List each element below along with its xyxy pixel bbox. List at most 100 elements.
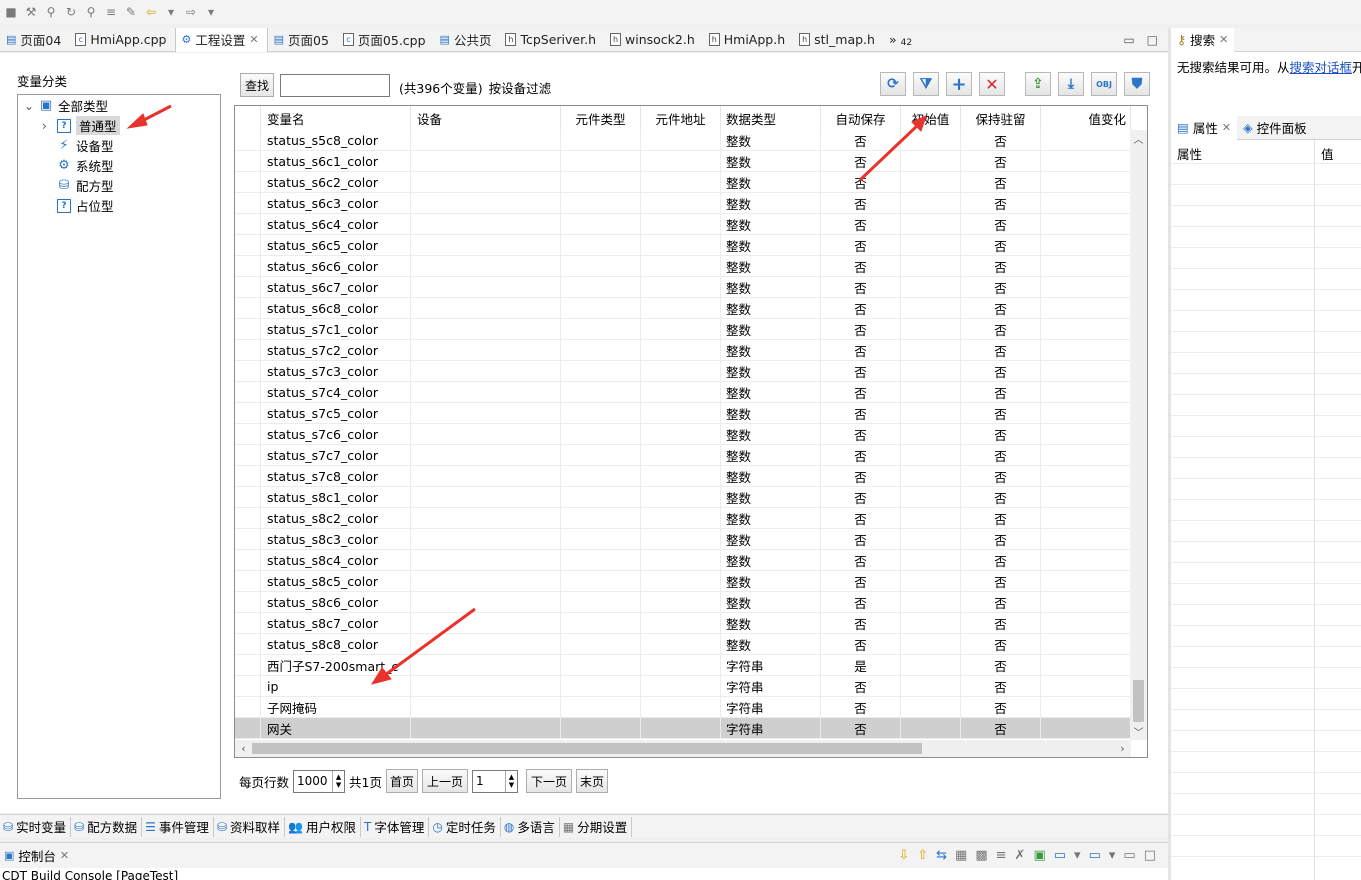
tree-item[interactable]: ⚡ 设备型 [42,136,113,155]
close-icon[interactable]: ✕ [1222,121,1231,134]
bottom-tab[interactable]: ▦ 分期设置 [560,816,633,837]
bottom-tab[interactable]: 👥 用户权限 [285,816,361,837]
spinner-arrows-icon[interactable]: ▲ ▼ [332,770,344,792]
table-row[interactable]: status_s8c3_color 整数否否 [235,529,1131,550]
rows-per-page-spinner[interactable]: 1000 ▲ ▼ [293,769,346,793]
table-row[interactable]: status_s6c1_color 整数否否 [235,151,1131,172]
table-row[interactable]: 网关 字符串否否 [235,718,1131,739]
table-row[interactable]: status_s8c1_color 整数否否 [235,487,1131,508]
find-icon[interactable]: ⚲ [84,5,98,19]
properties-tab[interactable]: ▤ 属性 ✕ [1171,115,1238,140]
pin-icon[interactable]: ✎ [124,5,138,19]
new-console-icon[interactable]: ▭ [1089,848,1101,863]
editor-tab[interactable]: h HmiApp.h [703,28,793,52]
clear-icon[interactable]: ✗ [1015,848,1026,863]
arrow-up-icon[interactable]: ⇧ [917,848,928,863]
editor-tab[interactable]: ▤ 页面04 [0,28,69,52]
table-row[interactable]: status_s7c2_color 整数否否 [235,340,1131,361]
table-row[interactable]: status_s7c3_color 整数否否 [235,361,1131,382]
table-row[interactable]: status_s7c5_color 整数否否 [235,403,1131,424]
tree-item[interactable]: ⌄ ▣ 全部类型 [24,96,108,115]
table-row[interactable]: status_s7c6_color 整数否否 [235,424,1131,445]
table-row[interactable]: status_s7c4_color 整数否否 [235,382,1131,403]
tree-item[interactable]: ? 占位型 [42,196,114,215]
download-icon[interactable]: ⤓ [1058,72,1084,96]
tree-item[interactable]: ⛁ 配方型 [42,176,114,195]
refresh-icon[interactable]: ⟳ [880,72,906,96]
scroll-left-icon[interactable]: ‹ [235,740,252,757]
table-row[interactable]: status_s5c8_color 整数否否 [235,130,1131,151]
widget-panel-tab[interactable]: ◈ 控件面板 [1241,118,1307,137]
table-row[interactable]: status_s8c4_color 整数否否 [235,550,1131,571]
filter-add-icon[interactable]: ⧩ [913,72,939,96]
horizontal-scroll-thumb[interactable] [252,743,922,754]
scroll-right-icon[interactable]: › [1114,740,1131,757]
refresh-tool-icon[interactable]: ↻ [64,5,78,19]
column-header[interactable]: 保持驻留 [961,106,1041,130]
scroll-up-icon[interactable]: ︿ [1130,130,1147,147]
forward-icon[interactable]: ⇨ [184,5,198,19]
next-page-button[interactable]: 下一页 [525,769,572,793]
bottom-tab[interactable]: ◍ 多语言 [501,816,560,837]
search-tab[interactable]: ⚷ 搜索 ✕ [1171,27,1235,52]
column-header[interactable]: 元件类型 [561,106,641,130]
page-number-spinner[interactable]: 1 ▲ ▼ [471,769,518,793]
column-header[interactable]: 值变化 [1041,106,1131,130]
tree-item[interactable]: ⚙ 系统型 [42,156,113,175]
search-dialog-link[interactable]: 搜索对话框 [1290,60,1353,75]
scroll-down-icon[interactable]: ﹀ [1130,723,1147,740]
pin-icon[interactable]: ▦ [955,848,967,863]
tab-overflow[interactable]: » 42 [883,28,920,52]
editor-tab[interactable]: c 页面05.cpp [337,28,434,52]
table-row[interactable]: 西门子S7-200smart_c 字符串是 否 [235,655,1131,676]
table-row[interactable]: status_s8c6_color 整数否否 [235,592,1131,613]
table-row[interactable]: ip 字符串否否 [235,676,1131,697]
vertical-scrollbar[interactable]: ︿ ﹀ [1130,130,1147,740]
chevron-down-icon[interactable]: ⌄ [24,99,34,113]
table-row[interactable]: status_s6c7_color 整数否否 [235,277,1131,298]
close-icon[interactable]: ✕ [60,849,69,862]
stop-icon[interactable]: ■ [4,5,18,19]
back-icon[interactable]: ⇦ [144,5,158,19]
close-icon[interactable]: ✕ [249,33,258,46]
tree-item[interactable]: ›? 普通型 [42,116,120,135]
table-row[interactable]: status_s8c7_color 整数否否 [235,613,1131,634]
chevron-down-icon[interactable]: ▾ [164,5,178,19]
column-header[interactable]: 自动保存 [821,106,901,130]
bottom-tab[interactable]: ⛁ 配方数据 [71,816,143,837]
import-icon[interactable]: ⇪ [1025,72,1051,96]
column-header[interactable]: 数据类型 [721,106,821,130]
bottom-tab[interactable]: ☰ 事件管理 [142,816,214,837]
bottom-tab[interactable]: T 字体管理 [361,816,430,837]
table-row[interactable]: status_s6c5_color 整数否否 [235,235,1131,256]
column-header[interactable]: 元件地址 [641,106,721,130]
console-tab[interactable]: 控制台 [18,846,56,865]
build-icon[interactable]: ⚒ [24,5,38,19]
table-row[interactable]: status_s6c8_color 整数否否 [235,298,1131,319]
table-row[interactable]: status_s6c6_color 整数否否 [235,256,1131,277]
editor-tab[interactable]: ▤ 页面05 [268,28,337,52]
column-header[interactable]: 变量名 [261,106,411,130]
search-input[interactable] [280,74,390,97]
delete-icon[interactable]: ✕ [979,72,1005,96]
editor-tab[interactable]: h winsock2.h [604,28,703,52]
lock-icon[interactable]: ▩ [975,848,987,863]
table-row[interactable]: status_s8c8_color 整数否否 [235,634,1131,655]
table-row[interactable]: status_s6c3_color 整数否否 [235,193,1131,214]
table-row[interactable]: status_s8c2_color 整数否否 [235,508,1131,529]
bottom-tab[interactable]: ⛁ 实时变量 [0,816,72,837]
table-row[interactable]: status_s7c1_color 整数否否 [235,319,1131,340]
chevron-right-icon[interactable]: › [42,119,52,133]
export-obj-icon[interactable]: OBJ [1091,72,1117,96]
horizontal-scrollbar[interactable]: ‹ › [235,740,1131,757]
editor-tab[interactable]: c HmiApp.cpp [69,28,174,52]
open-console-icon[interactable]: ▣ [1033,848,1045,863]
search-tool-icon[interactable]: ⚲ [44,5,58,19]
chevron-down-icon[interactable]: ▾ [1074,848,1081,863]
column-header[interactable]: 初始值 [901,106,961,130]
panel-splitter[interactable] [1168,28,1171,880]
maximize-icon[interactable]: □ [1147,33,1158,47]
close-icon[interactable]: ✕ [1219,33,1228,46]
arrow-down-icon[interactable]: ⇩ [898,848,909,863]
maximize-icon[interactable]: □ [1144,848,1156,863]
